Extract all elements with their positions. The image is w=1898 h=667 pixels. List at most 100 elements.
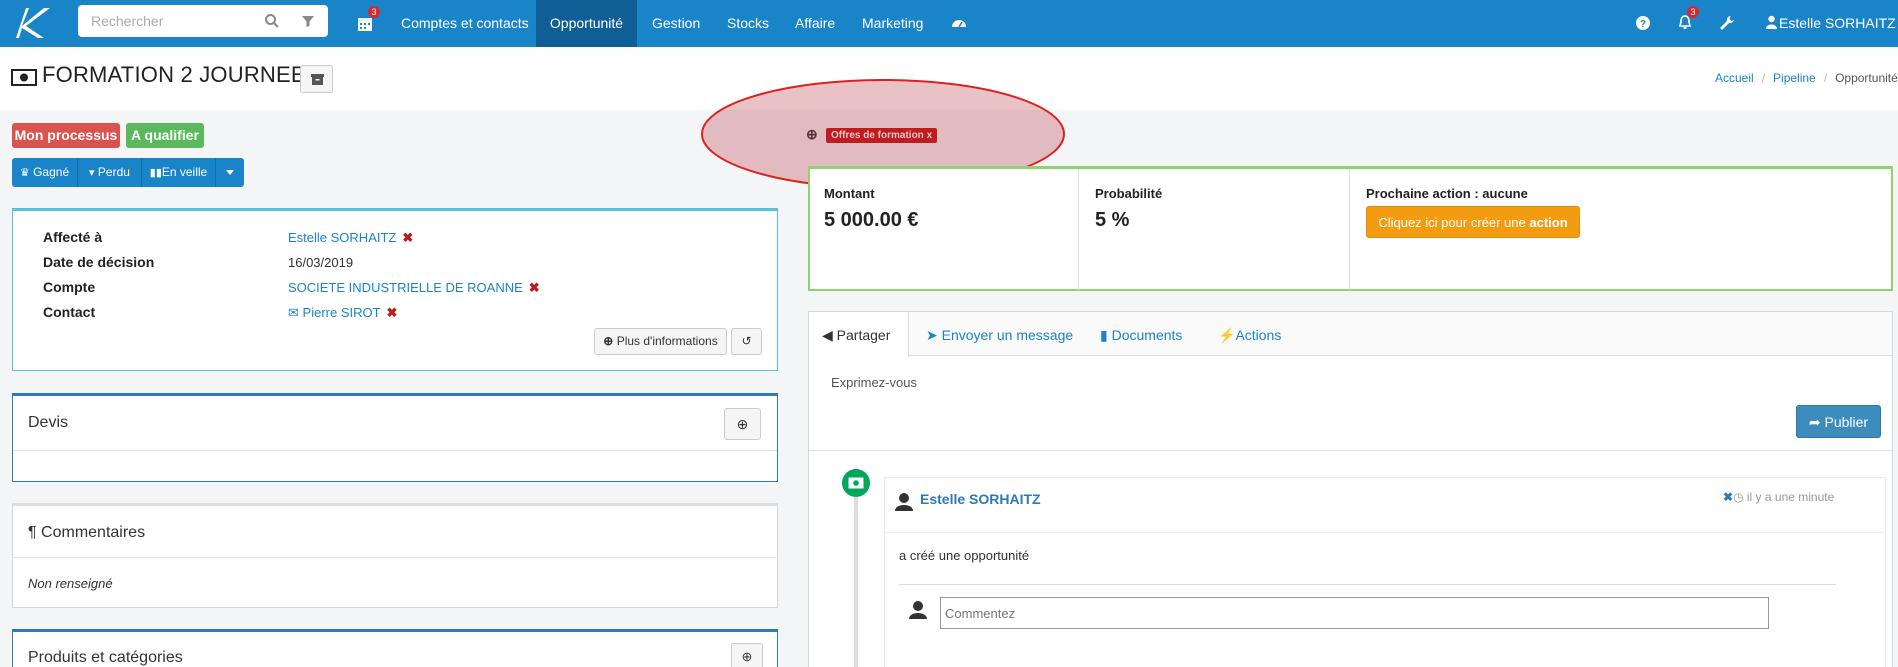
filter-icon[interactable] bbox=[300, 13, 316, 29]
nav-opportunite[interactable]: Opportunité bbox=[536, 0, 637, 47]
comments-card bbox=[12, 503, 778, 608]
plus-circle-icon: ⊕ bbox=[603, 334, 614, 348]
create-action-button[interactable]: Cliquez ici pour créer une action bbox=[1366, 206, 1580, 238]
decision-date-label: Date de décision bbox=[43, 254, 155, 270]
account-value: SOCIETE INDUSTRIELLE DE ROANNE ✖ bbox=[288, 280, 540, 296]
create-action-bold: action bbox=[1529, 215, 1568, 230]
commenter-avatar-icon bbox=[909, 601, 927, 619]
money-icon bbox=[848, 477, 864, 489]
publish-button[interactable]: ➦ Publier bbox=[1796, 405, 1881, 438]
paper-plane-icon: ➤ bbox=[926, 327, 938, 343]
dashboard-icon[interactable] bbox=[950, 14, 968, 32]
won-button[interactable]: ♛ Gagné bbox=[12, 158, 78, 187]
next-action-label: Prochaine action : aucune bbox=[1366, 186, 1528, 201]
amount-label: Montant bbox=[824, 186, 875, 201]
remove-icon[interactable]: ✖ bbox=[387, 305, 398, 320]
assigned-to-link[interactable]: Estelle SORHAITZ bbox=[288, 230, 396, 245]
decision-date-value: 16/03/2019 bbox=[288, 255, 354, 270]
more-info-button[interactable]: ⊕ Plus d'informations bbox=[594, 328, 727, 355]
create-action-prefix: Cliquez ici pour créer une bbox=[1378, 215, 1530, 230]
breadcrumb: Accueil / Pipeline / Opportunité bbox=[1715, 71, 1898, 85]
search-icon[interactable] bbox=[264, 13, 280, 29]
nav-affaire[interactable]: Affaire bbox=[795, 0, 835, 47]
notifications-nav[interactable]: 3 bbox=[1676, 0, 1700, 47]
contact-label: Contact bbox=[43, 304, 96, 320]
entry-author[interactable]: Estelle SORHAITZ bbox=[920, 491, 1041, 507]
entry-text: a créé une opportunité bbox=[899, 548, 1030, 563]
delete-entry-icon[interactable]: ✖ bbox=[1723, 490, 1733, 504]
archive-button[interactable] bbox=[300, 65, 333, 93]
contact-link[interactable]: Pierre SIROT bbox=[303, 305, 381, 320]
tab-share-label: Partager bbox=[836, 327, 891, 343]
account-link[interactable]: SOCIETE INDUSTRIELLE DE ROANNE bbox=[288, 280, 523, 295]
more-info-label: Plus d'informations bbox=[616, 334, 718, 348]
nav-marketing[interactable]: Marketing bbox=[862, 0, 923, 47]
products-title: Produits et catégories bbox=[28, 649, 183, 666]
timeline-line bbox=[854, 480, 858, 667]
remove-icon[interactable]: ✖ bbox=[402, 230, 413, 245]
stats-card bbox=[808, 166, 1893, 291]
columns-icon: ▮▮ bbox=[149, 167, 162, 179]
tab-actions[interactable]: ⚡Actions bbox=[1218, 327, 1281, 344]
divider bbox=[899, 584, 1836, 585]
history-button[interactable]: ↺ bbox=[731, 328, 762, 355]
nav-stocks[interactable]: Stocks bbox=[727, 0, 769, 47]
clock-icon: ◷ bbox=[1733, 490, 1744, 504]
wrench-icon[interactable] bbox=[1718, 14, 1736, 32]
tab-message-label: Envoyer un message bbox=[941, 327, 1074, 343]
money-icon bbox=[11, 69, 37, 86]
post-prompt[interactable]: Exprimez-vous bbox=[831, 375, 917, 390]
remove-icon[interactable]: ✖ bbox=[529, 280, 540, 295]
archive-icon bbox=[311, 74, 324, 85]
amount-value: 5 000.00 € bbox=[824, 209, 919, 231]
breadcrumb-accueil[interactable]: Accueil bbox=[1715, 71, 1754, 85]
status-dropdown-button[interactable] bbox=[216, 158, 244, 187]
account-label: Compte bbox=[43, 279, 96, 295]
divider bbox=[809, 450, 1892, 451]
stage-label[interactable]: A qualifier bbox=[126, 123, 204, 148]
bolt-icon: ⚡ bbox=[1218, 327, 1236, 343]
history-icon: ↺ bbox=[741, 334, 752, 348]
probability-value: 5 % bbox=[1095, 209, 1130, 231]
lost-button[interactable]: ▾ Perdu bbox=[78, 158, 142, 187]
process-label[interactable]: Mon processus bbox=[12, 123, 120, 148]
quotes-card bbox=[12, 393, 778, 482]
app-logo[interactable] bbox=[10, 4, 52, 42]
comments-value: Non renseigné bbox=[28, 576, 113, 591]
nav-comptes-contacts[interactable]: Comptes et contacts bbox=[401, 0, 529, 47]
file-icon: ▮ bbox=[1100, 327, 1108, 343]
comments-title: ¶ Commentaires bbox=[28, 524, 145, 542]
calendar-nav[interactable]: 3 bbox=[356, 0, 380, 47]
divider bbox=[885, 532, 1885, 533]
divider bbox=[13, 557, 777, 558]
svg-text:?: ? bbox=[1640, 19, 1646, 30]
lost-label: Perdu bbox=[97, 165, 130, 179]
quotes-title: Devis bbox=[28, 414, 69, 431]
envelope-icon[interactable]: ✉ bbox=[288, 305, 299, 320]
user-name: Estelle SORHAITZ bbox=[1779, 15, 1896, 31]
notifications-badge: 3 bbox=[1687, 6, 1699, 18]
divider bbox=[13, 450, 777, 451]
publish-label: Publier bbox=[1824, 414, 1869, 430]
tab-documents[interactable]: ▮ Documents bbox=[1100, 327, 1182, 344]
search-input[interactable] bbox=[78, 5, 258, 37]
divider bbox=[1349, 169, 1350, 290]
add-quote-button[interactable]: ⊕ bbox=[724, 408, 761, 440]
breadcrumb-current: Opportunité bbox=[1835, 71, 1898, 85]
user-menu[interactable]: Estelle SORHAITZ bbox=[1766, 0, 1898, 74]
timeline-badge bbox=[842, 469, 870, 497]
nav-gestion[interactable]: Gestion bbox=[652, 0, 700, 47]
comments-title-text: Commentaires bbox=[41, 524, 146, 541]
assigned-to-value: Estelle SORHAITZ ✖ bbox=[288, 230, 413, 246]
tab-share[interactable]: ◀ Partager bbox=[822, 327, 890, 344]
help-icon[interactable]: ? bbox=[1634, 14, 1652, 32]
add-product-button[interactable]: ⊕ bbox=[731, 643, 763, 667]
comment-input[interactable] bbox=[940, 597, 1769, 629]
top-navbar: 3 Comptes et contacts Opportunité Gestio… bbox=[0, 0, 1898, 74]
tab-message[interactable]: ➤ Envoyer un message bbox=[926, 327, 1073, 344]
page-title: FORMATION 2 JOURNEES bbox=[42, 62, 321, 87]
trophy-icon: ♛ bbox=[19, 167, 30, 179]
standby-button[interactable]: ▮▮En veille bbox=[142, 158, 216, 187]
plus-circle-icon: ⊕ bbox=[741, 649, 753, 664]
breadcrumb-pipeline[interactable]: Pipeline bbox=[1773, 71, 1816, 85]
